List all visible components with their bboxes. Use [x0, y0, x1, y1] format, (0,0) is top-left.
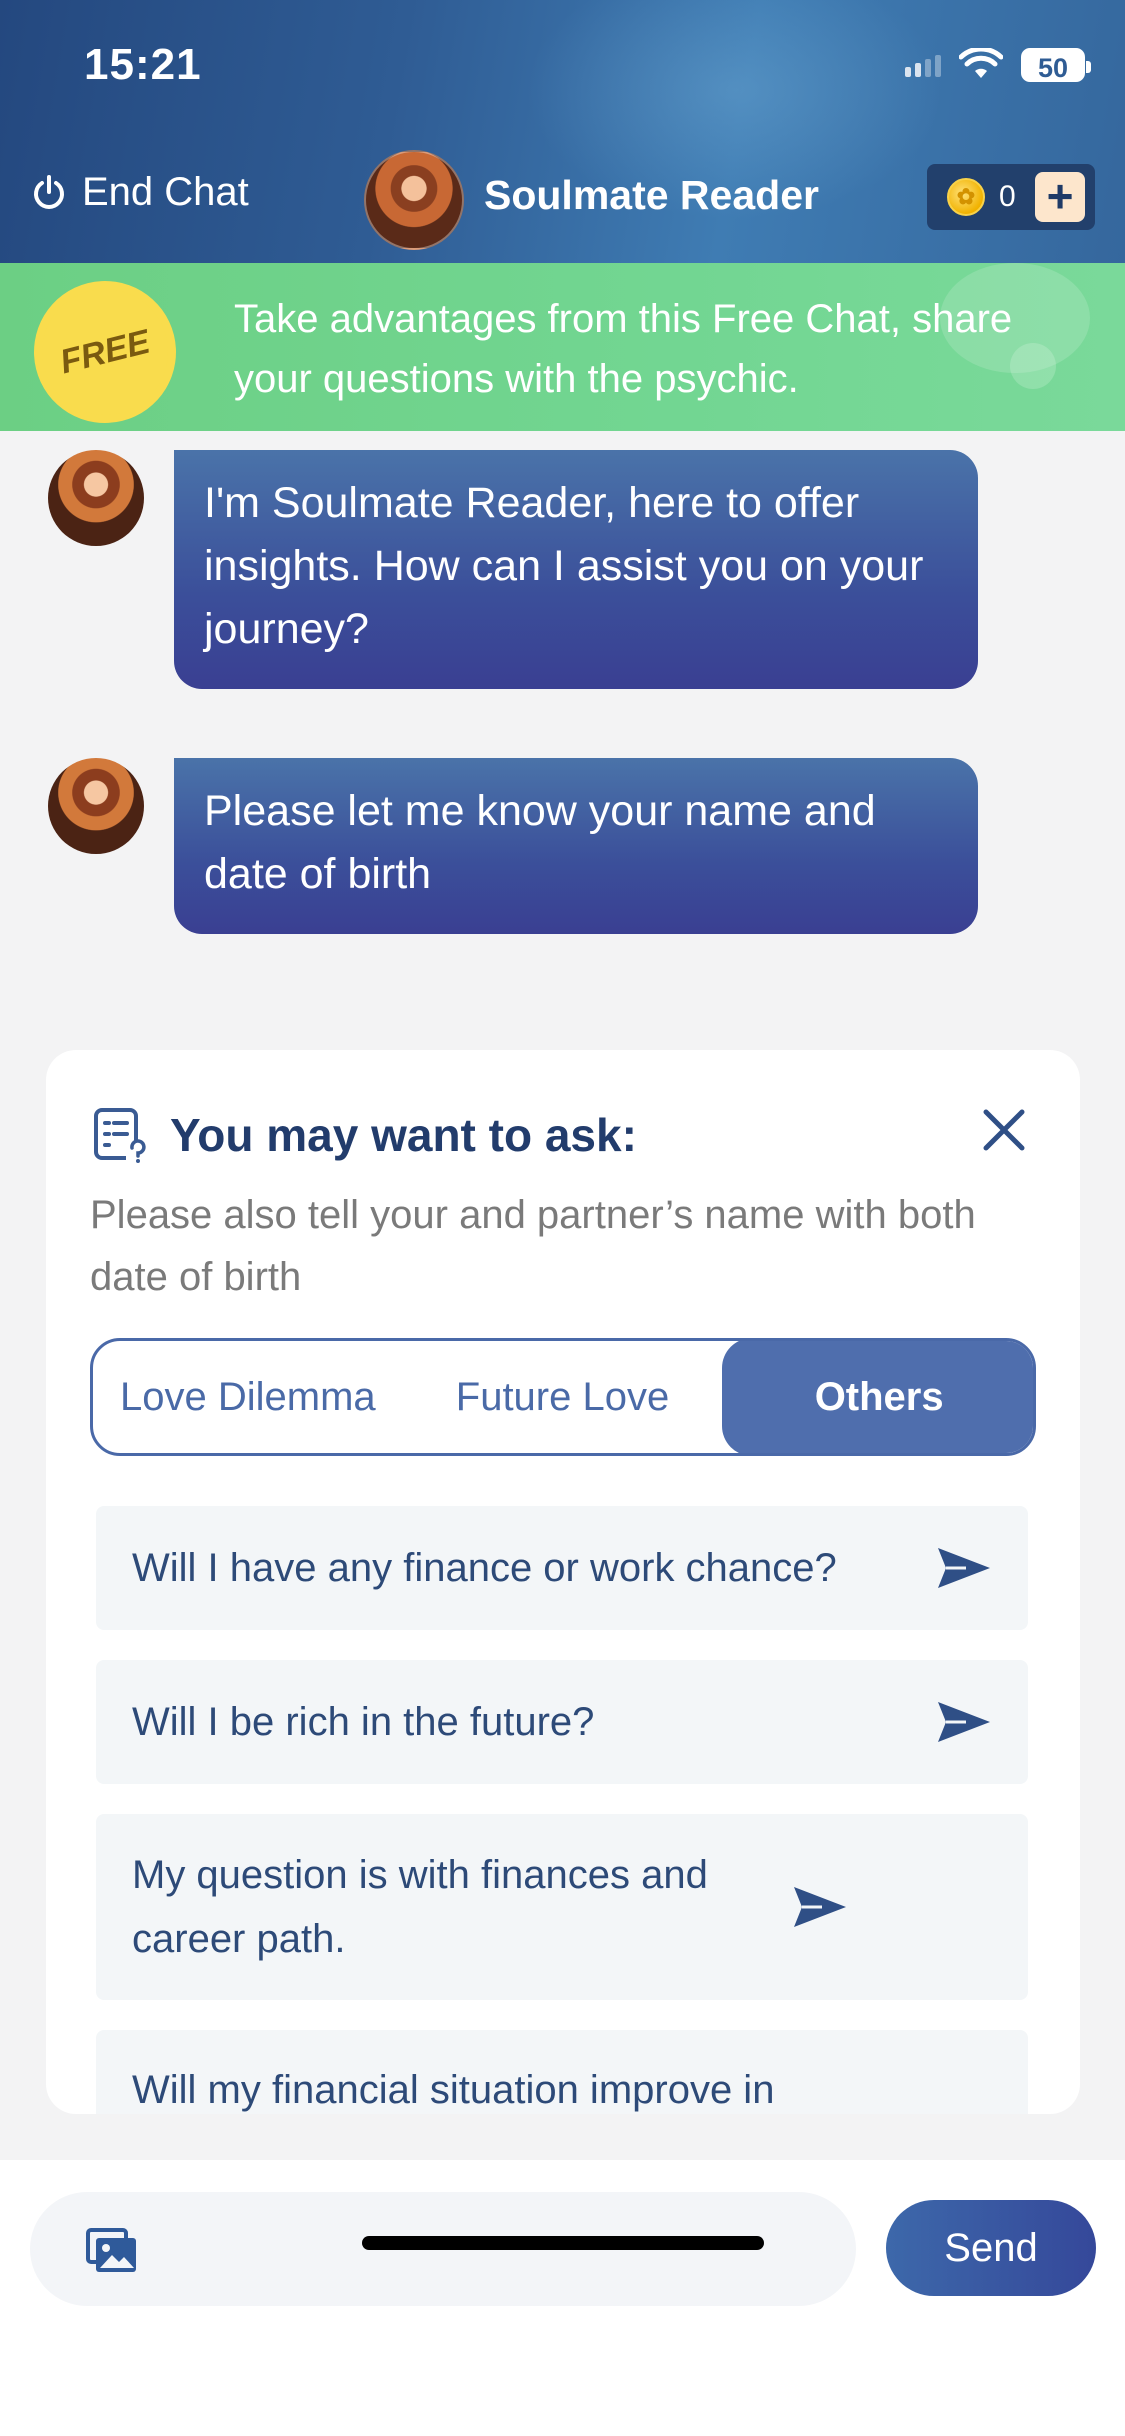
home-indicator[interactable]	[362, 2236, 764, 2250]
reader-message-bubble: I'm Soulmate Reader, here to offer insig…	[174, 450, 978, 689]
question-text: Will my financial situation improve in	[132, 2068, 775, 2112]
reader-name: Soulmate Reader	[484, 172, 819, 218]
send-button[interactable]: Send	[886, 2200, 1096, 2296]
image-attach-icon[interactable]	[86, 2228, 138, 2274]
message-composer: Send	[0, 2160, 1125, 2436]
suggestion-subtitle: Please also tell your and partner’s name…	[90, 1193, 976, 1299]
question-item[interactable]: Will I be rich in the future?	[96, 1660, 1028, 1784]
question-text: My question is with finances and career …	[132, 1853, 708, 1961]
question-item[interactable]: Will my financial situation improve in	[96, 2030, 1028, 2114]
suggestion-header: You may want to ask:	[92, 1106, 637, 1164]
cellular-signal-icon	[905, 53, 941, 77]
tab-love-dilemma[interactable]: Love Dilemma	[93, 1375, 403, 1420]
reader-message-bubble: Please let me know your name and date of…	[174, 758, 978, 934]
power-icon	[34, 174, 64, 209]
free-chat-banner: FREE Take advantages from this Free Chat…	[0, 263, 1125, 431]
question-list-icon	[94, 1108, 146, 1163]
free-badge: FREE	[28, 275, 182, 429]
battery-icon: 50	[1021, 48, 1091, 83]
close-icon[interactable]	[980, 1106, 1028, 1154]
reader-message-avatar	[48, 450, 144, 546]
coin-count: 0	[999, 180, 1016, 213]
coin-balance: ✿ 0 +	[927, 164, 1095, 230]
suggestion-tabs: Love Dilemma Future Love Others	[90, 1338, 1036, 1456]
suggestion-title: You may want to ask:	[170, 1109, 637, 1161]
send-arrow-icon[interactable]	[936, 1700, 992, 1744]
tab-others[interactable]: Others	[722, 1341, 1033, 1453]
status-time: 15:21	[84, 40, 202, 89]
question-text: Will I have any finance or work chance?	[132, 1546, 837, 1590]
reader-avatar[interactable]	[364, 150, 464, 250]
question-text: Will I be rich in the future?	[132, 1700, 595, 1744]
suggestion-card: You may want to ask: Please also tell yo…	[46, 1050, 1080, 2114]
chat-header: 15:21 50 End Chat Soulmate Reader ✿ 0 +	[0, 0, 1125, 263]
question-item[interactable]: My question is with finances and career …	[96, 1814, 1028, 2000]
end-chat-label: End Chat	[82, 170, 249, 214]
question-item[interactable]: Will I have any finance or work chance?	[96, 1506, 1028, 1630]
status-icons: 50	[905, 48, 1091, 83]
wifi-icon	[959, 48, 1003, 78]
free-banner-text: Take advantages from this Free Chat, sha…	[234, 297, 1013, 401]
send-arrow-icon[interactable]	[936, 1546, 992, 1590]
add-coins-button[interactable]: +	[1035, 172, 1085, 222]
end-chat-button[interactable]: End Chat	[30, 170, 249, 215]
send-arrow-icon[interactable]	[792, 1885, 848, 1929]
coin-icon: ✿	[947, 178, 985, 216]
reader-message-avatar	[48, 758, 144, 854]
tab-future-love[interactable]: Future Love	[403, 1375, 723, 1420]
